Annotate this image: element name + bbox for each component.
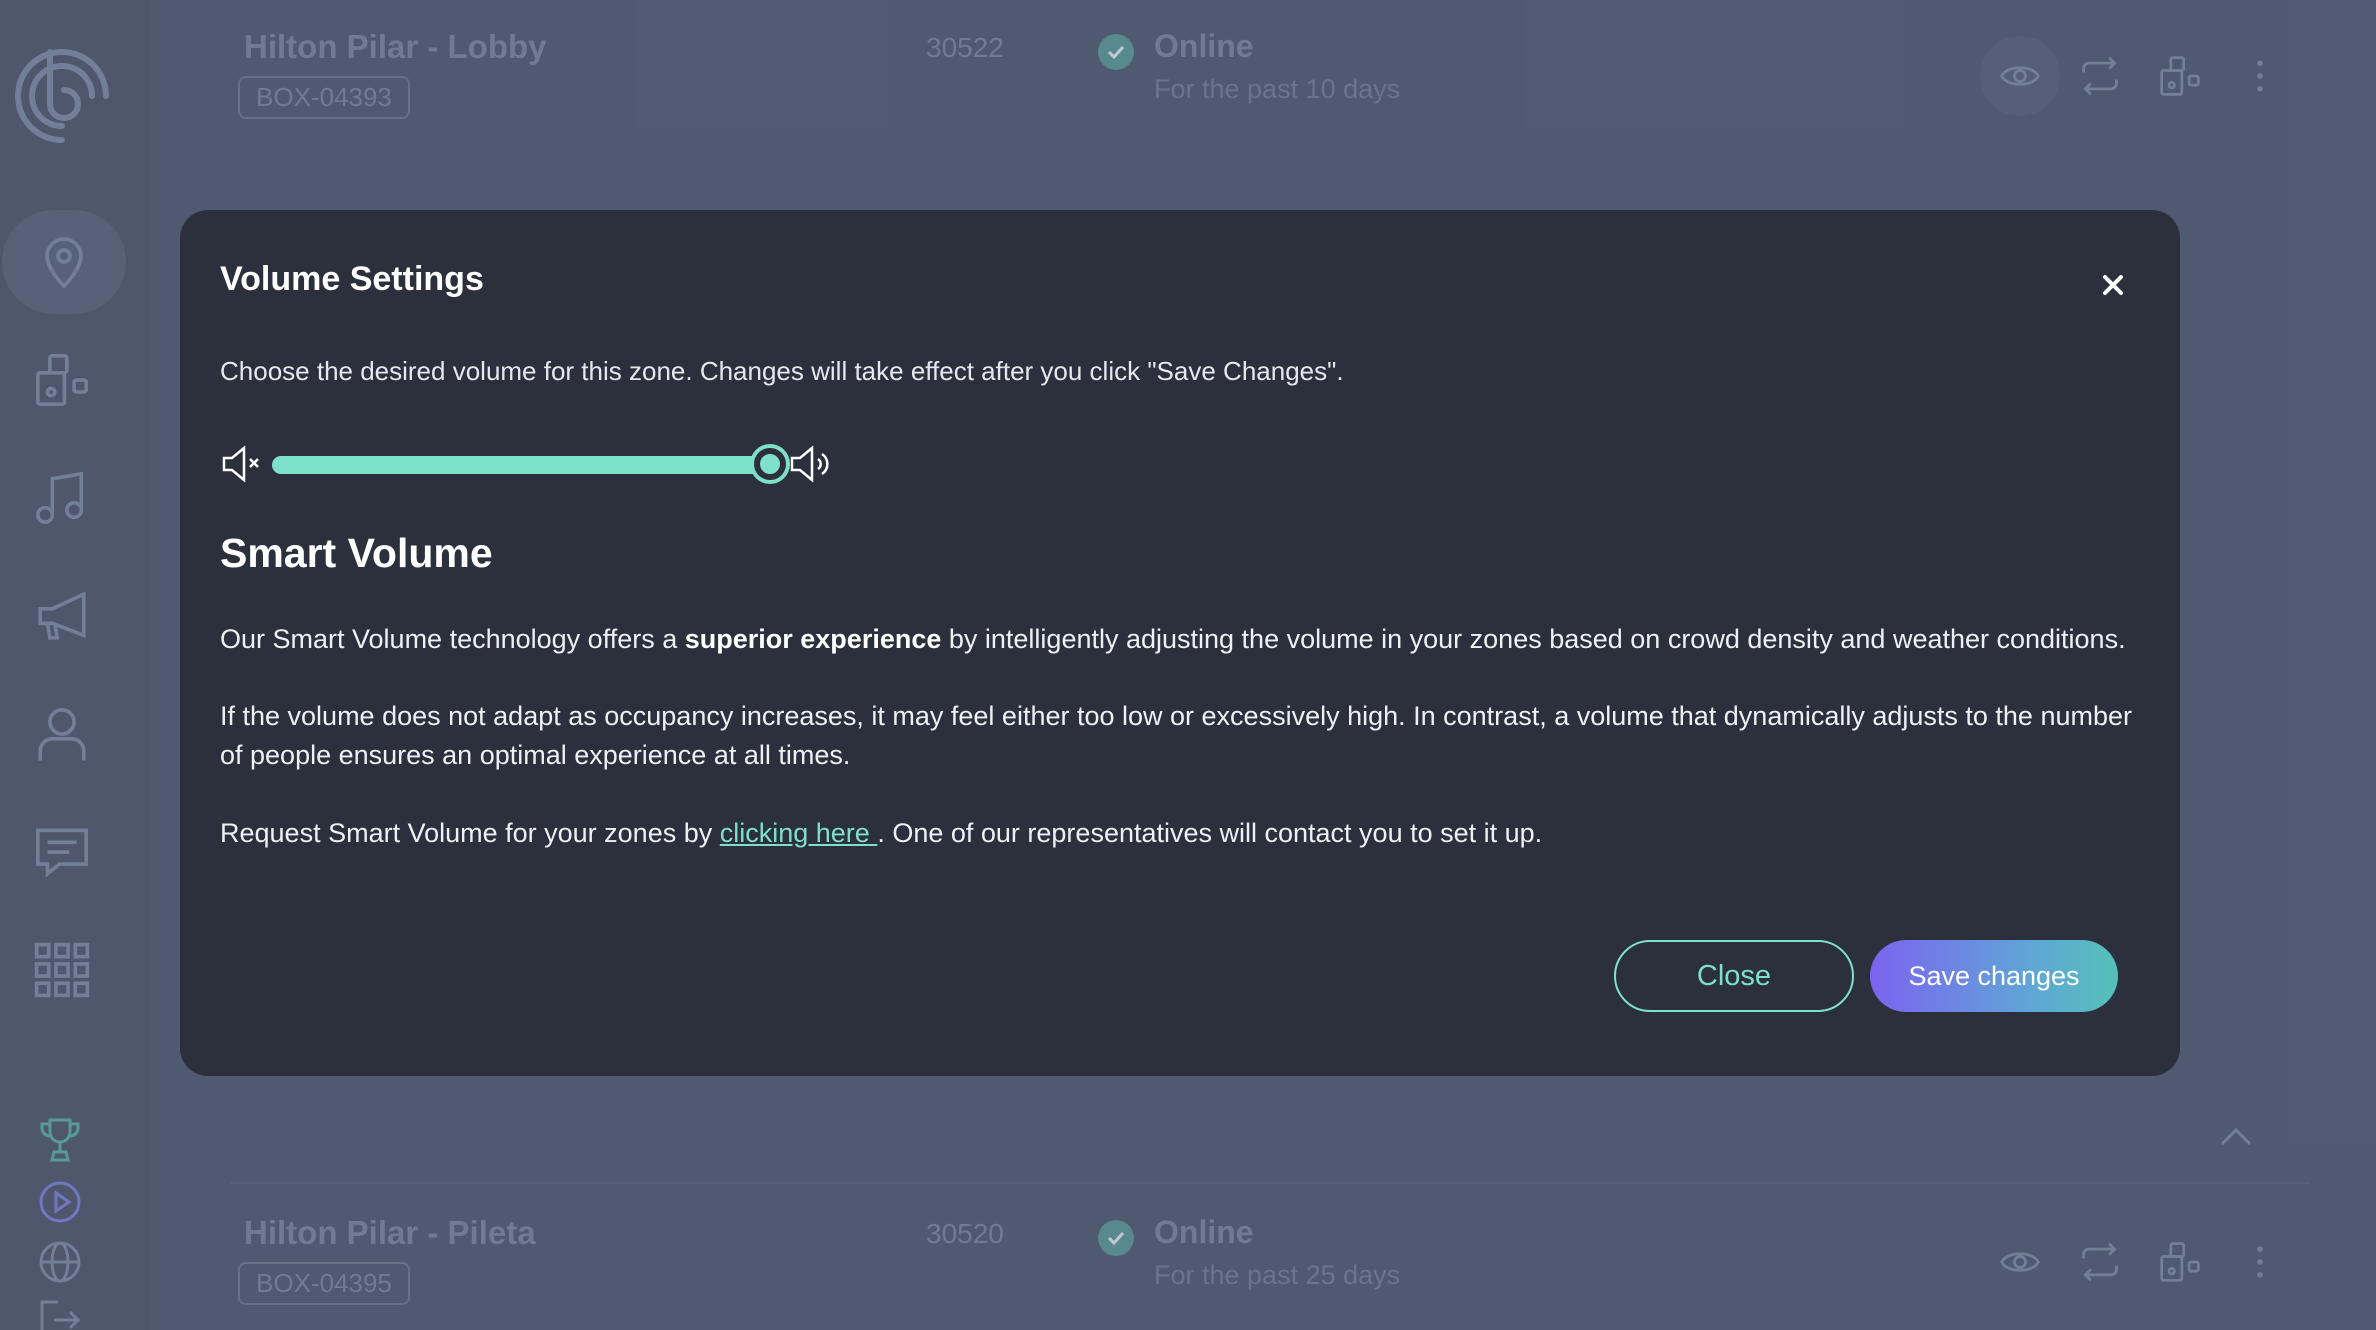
paragraph-text: Our Smart Volume technology offers a <box>220 624 685 654</box>
volume-max-icon[interactable] <box>788 442 832 486</box>
modal-title: Volume Settings <box>220 260 484 298</box>
volume-slider-thumb[interactable] <box>754 448 786 480</box>
smart-volume-title: Smart Volume <box>220 530 493 576</box>
save-changes-button[interactable]: Save changes <box>1870 940 2118 1012</box>
volume-control <box>220 442 840 486</box>
volume-slider-fill <box>272 456 770 474</box>
volume-mute-icon[interactable] <box>220 442 264 486</box>
volume-settings-modal: Volume Settings Choose the desired volum… <box>180 210 2180 1076</box>
request-smart-volume-link[interactable]: clicking here <box>720 818 878 848</box>
volume-slider[interactable] <box>272 448 786 480</box>
close-icon[interactable] <box>2096 268 2130 302</box>
smart-volume-request-paragraph: Request Smart Volume for your zones by c… <box>220 814 2140 853</box>
paragraph-text: Request Smart Volume for your zones by <box>220 818 720 848</box>
smart-volume-paragraph: If the volume does not adapt as occupanc… <box>220 701 2132 770</box>
close-button[interactable]: Close <box>1614 940 1854 1012</box>
paragraph-text: by intelligently adjusting the volume in… <box>941 624 2126 654</box>
paragraph-bold-text: superior experience <box>684 624 942 654</box>
modal-description: Choose the desired volume for this zone.… <box>220 356 1344 386</box>
smart-volume-paragraph: Our Smart Volume technology offers a sup… <box>220 620 2140 659</box>
paragraph-text: . One of our representatives will contac… <box>877 818 1543 848</box>
